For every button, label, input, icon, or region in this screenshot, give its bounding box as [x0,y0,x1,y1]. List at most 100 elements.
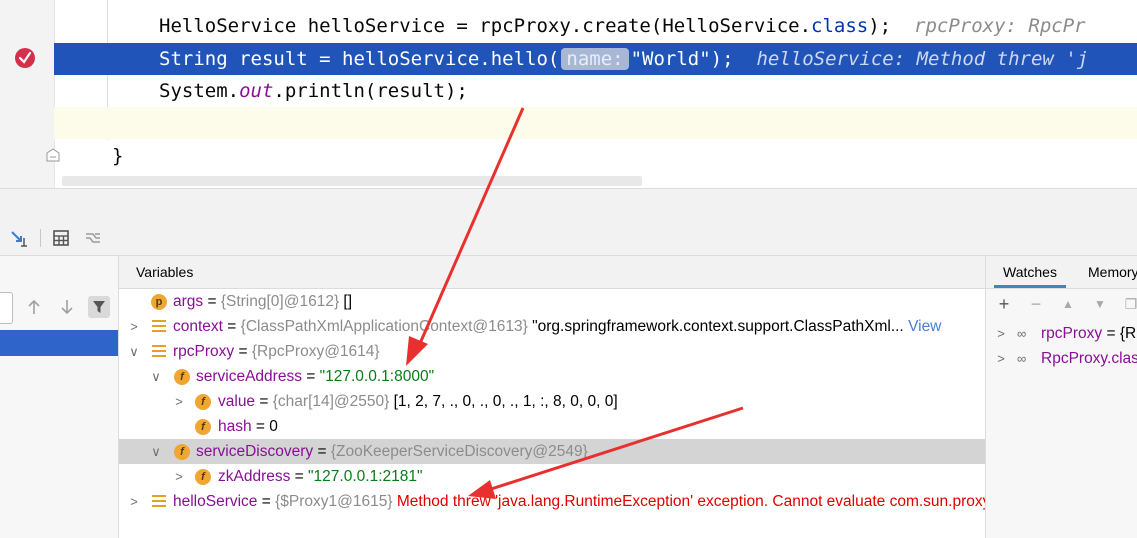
local-variable-icon [152,345,166,358]
variable-type: {char[14]@2550} [272,393,390,410]
expand-chevron-icon[interactable]: > [994,346,1008,371]
equals: = [313,443,331,460]
code-editor[interactable]: HelloService helloService = rpcProxy.cre… [0,0,1137,188]
string-literal: "World" [630,48,711,70]
variable-name: serviceAddress [196,368,302,385]
caret-line[interactable] [54,107,1137,139]
tab-memory[interactable]: Memory [1088,256,1137,288]
variable-row[interactable]: p args = {String[0]@1612} [] [119,289,985,314]
up-arrow-icon[interactable] [23,296,45,318]
equals: = [290,468,309,485]
variable-name: serviceDiscovery [196,443,314,460]
equals: = [234,343,252,360]
collapse-chevron-icon[interactable]: ∨ [149,439,163,464]
code-text: .println(result); [273,80,468,102]
watch-name: rpcProxy [1041,325,1103,342]
watch-row[interactable]: > ∞ RpcProxy.class [986,346,1137,371]
collapse-chevron-icon[interactable]: ∨ [149,364,163,389]
inline-debug-value: rpcProxy: RpcPr [914,15,1086,37]
variable-value: "127.0.0.1:2181" [308,468,423,485]
expand-chevron-icon[interactable]: > [172,389,186,414]
expand-chevron-icon[interactable]: > [994,321,1008,346]
view-link[interactable]: View [908,318,941,335]
code-text: ); [710,48,734,70]
watches-toolbar: + − ▲ ▼ ❐ [986,290,1137,320]
stream-icon[interactable] [82,227,104,249]
variable-type: {RpcProxy@1614} [251,343,380,360]
variable-row[interactable]: > f zkAddress = "127.0.0.1:2181" [119,464,985,489]
debug-toolbar [0,221,1137,256]
watch-name: RpcProxy.class [1041,350,1137,367]
variable-name: args [173,293,204,310]
inline-debug-value: helloService: Method threw 'j [756,48,1089,70]
tab-watches[interactable]: Watches [994,256,1066,288]
variable-name: context [173,318,223,335]
variable-row[interactable]: > helloService = {$Proxy1@1615} Method t… [119,489,985,514]
field-icon: f [174,369,190,385]
fold-icon[interactable] [46,148,60,162]
code-text: ); [868,15,892,37]
field-icon: f [174,444,190,460]
horizontal-scrollbar[interactable] [62,176,642,186]
plus-icon[interactable]: + [994,294,1014,314]
down-triangle-icon[interactable]: ▼ [1090,294,1110,314]
watch-row[interactable]: > ∞ rpcProxy = {R [986,321,1137,346]
copy-icon[interactable]: ❐ [1121,294,1137,314]
table-icon[interactable] [50,227,72,249]
variable-name: zkAddress [218,468,291,485]
collapse-chevron-icon[interactable]: ∨ [127,339,141,364]
up-triangle-icon[interactable]: ▲ [1058,294,1078,314]
filter-icon[interactable] [88,296,110,318]
debug-tool-header [0,188,1137,222]
variable-row[interactable]: > context = {ClassPathXmlApplicationCont… [119,314,985,339]
variable-name: rpcProxy [173,343,235,360]
variable-type: {$Proxy1@1615} [275,493,393,510]
code-line[interactable]: } [54,140,1137,172]
code-text: System. [159,80,240,102]
variable-name: hash [218,418,252,435]
parameter-icon: p [151,294,167,310]
parameter-hint: name: [561,48,629,70]
static-field: out [239,80,274,102]
current-execution-line[interactable]: String result = helloService.hello(name:… [54,43,1137,75]
local-variable-icon [152,495,166,508]
watches-tabs: Watches Memory [986,256,1137,289]
variables-header: Variables [119,256,985,289]
variables-title: Variables [136,264,194,280]
code-line[interactable]: System.out.println(result); [54,75,1137,107]
variable-type: {ClassPathXmlApplicationContext@1613} [240,318,528,335]
variable-type: {ZooKeeperServiceDiscovery@2549} [330,443,588,460]
variable-row[interactable]: ∨ rpcProxy = {RpcProxy@1614} [119,339,985,364]
watch-glasses-icon: ∞ [1017,326,1027,341]
variable-value: 0 [269,418,278,435]
closing-brace: } [112,145,124,167]
down-arrow-icon[interactable] [56,296,78,318]
variable-value: [1, 2, 7, ., 0, ., 0, ., 1, :, 8, 0, 0, … [389,393,618,410]
variable-row[interactable]: ∨ f serviceAddress = "127.0.0.1:8000" [119,364,985,389]
expand-chevron-icon[interactable]: > [127,489,141,514]
variable-row-selected[interactable]: ∨ f serviceDiscovery = {ZooKeeperService… [119,439,985,464]
equals: = [257,493,276,510]
variable-value: [] [339,293,353,310]
equals: = [203,293,221,310]
local-variable-icon [152,320,166,333]
frames-panel [0,256,119,538]
expand-chevron-icon[interactable]: > [172,464,186,489]
minus-icon[interactable]: − [1026,294,1046,314]
variables-panel: Variables p args = {String[0]@1612} [] >… [119,256,986,538]
watch-glasses-icon: ∞ [1017,351,1027,366]
watch-value: = {R [1102,325,1137,342]
code-line[interactable]: HelloService helloService = rpcProxy.cre… [54,10,1137,42]
variable-value: "127.0.0.1:8000" [319,368,435,385]
variable-row[interactable]: f hash = 0 [119,414,985,439]
equals: = [251,418,270,435]
step-arrow-icon[interactable] [8,227,30,249]
expand-chevron-icon[interactable]: > [127,314,141,339]
code-text: String result = helloService.hello( [159,48,560,70]
variable-name: value [218,393,256,410]
breakpoint-check-icon[interactable] [15,48,35,68]
thread-selector[interactable] [0,292,13,324]
selected-frame[interactable] [0,330,118,356]
variable-value: "org.springframework.context.support.Cla… [527,318,904,335]
variable-row[interactable]: > f value = {char[14]@2550} [1, 2, 7, .,… [119,389,985,414]
